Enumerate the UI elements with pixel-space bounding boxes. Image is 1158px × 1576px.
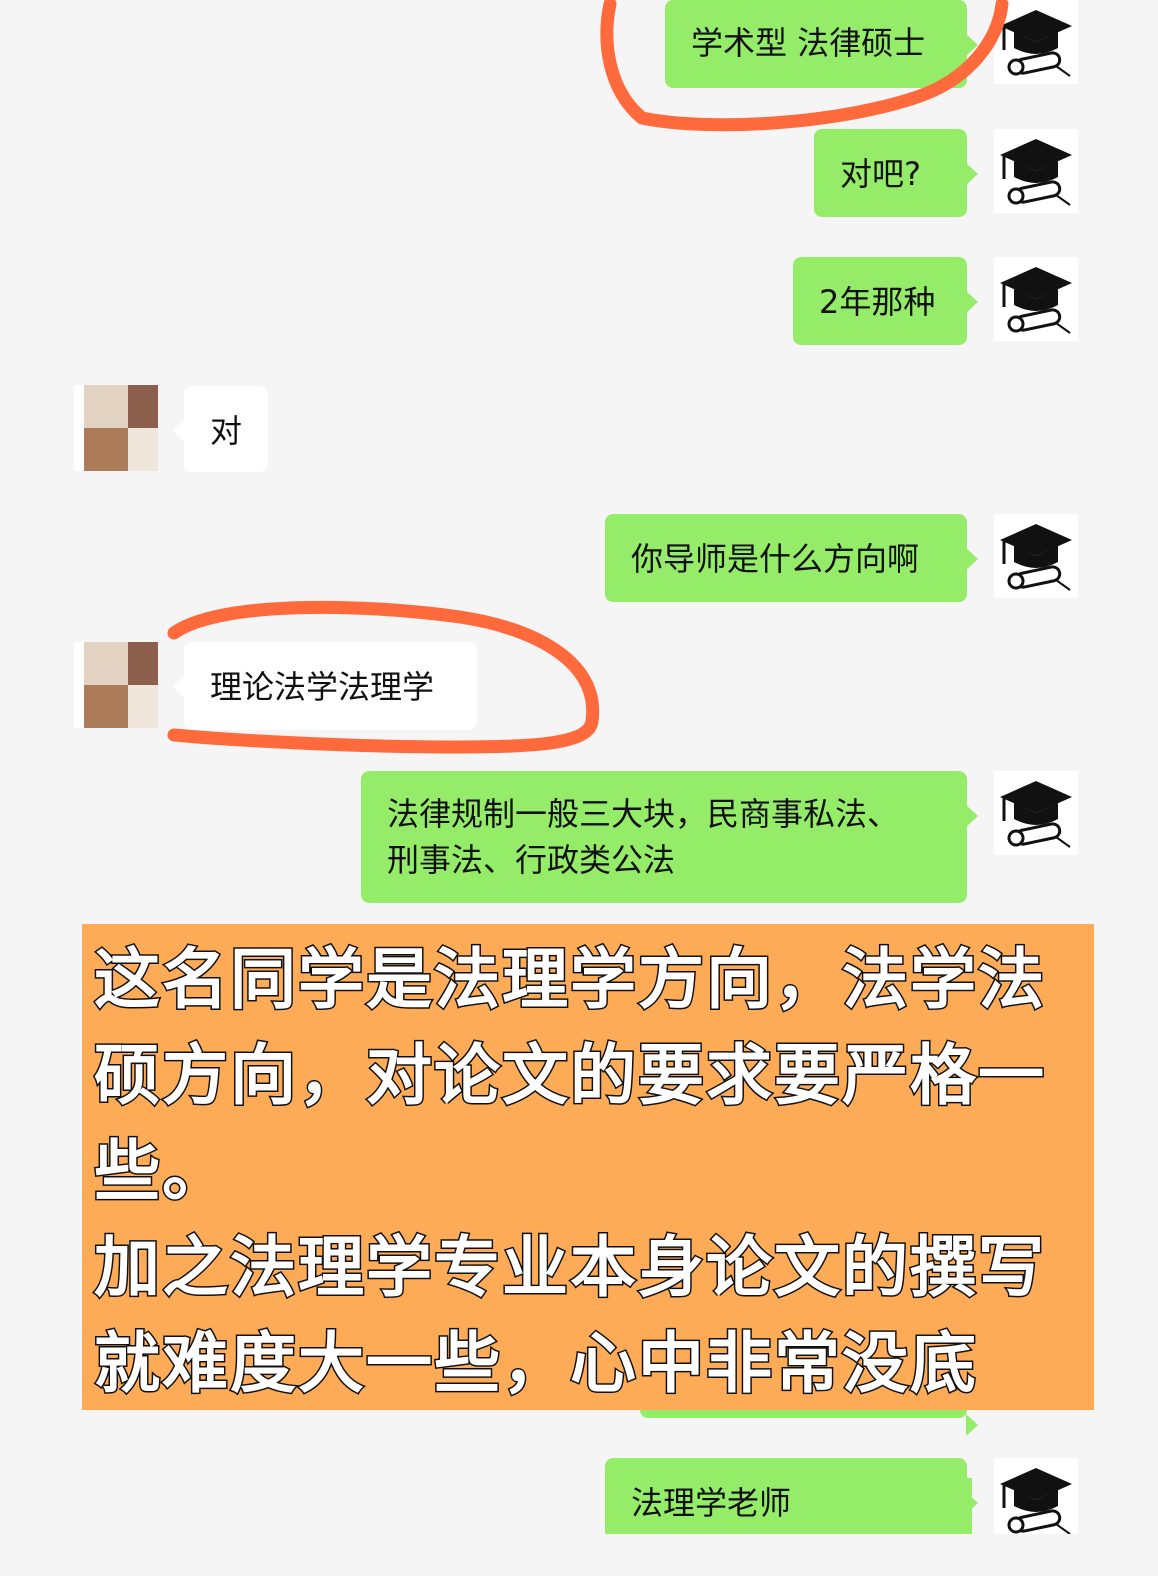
message-text: 2年那种 <box>819 283 936 321</box>
my-avatar[interactable] <box>994 514 1078 598</box>
message-text: 法律规制一般三大块，民商事私法、 <box>387 795 900 833</box>
message-text: 你导师是什么方向啊 <box>631 540 920 578</box>
avatar-pixel <box>128 642 158 685</box>
avatar-pixel <box>128 428 158 471</box>
my-avatar[interactable] <box>994 1458 1078 1542</box>
graduation-cap-icon <box>1000 1468 1072 1535</box>
message-bubble[interactable]: 法律规制一般三大块，民商事私法、 刑事法、行政类公法 <box>361 771 978 903</box>
message-bubble[interactable]: 你导师是什么方向啊 <box>605 514 978 602</box>
message-text: 对 <box>210 412 243 450</box>
message-bubble[interactable]: 对 <box>173 386 268 472</box>
avatar-pixel <box>84 685 128 728</box>
avatar-edge <box>74 642 84 728</box>
message-bubble[interactable]: 理论法学法理学 <box>173 642 477 730</box>
my-avatar[interactable] <box>994 257 1078 341</box>
message-text: 刑事法、行政类公法 <box>387 841 676 879</box>
message-text: 理论法学法理学 <box>210 668 435 706</box>
avatar-pixel <box>84 385 128 428</box>
avatar-pixel <box>84 642 128 685</box>
caption-line: 这名同学是法理学方向，法学法 <box>93 940 1046 1020</box>
caption-line: 些。 <box>93 1132 230 1212</box>
message-text: 法理学老师 <box>631 1484 792 1522</box>
message-bubble[interactable]: 2年那种 <box>793 257 978 345</box>
avatar-edge <box>74 385 84 471</box>
caption-line: 就难度大一些，心中非常没底 <box>93 1324 978 1404</box>
message-text: 学术型 法律硕士 <box>691 24 926 62</box>
avatar-pixel <box>128 685 158 728</box>
avatar-pixel <box>84 428 128 471</box>
graduation-cap-icon <box>1000 267 1072 334</box>
my-avatar[interactable] <box>994 771 1078 855</box>
contact-avatar[interactable] <box>74 385 158 471</box>
caption-line: 加之法理学专业本身论文的撰写 <box>93 1228 1046 1308</box>
my-avatar[interactable] <box>994 0 1078 84</box>
avatar-pixel <box>128 385 158 428</box>
graduation-cap-icon <box>1000 139 1072 206</box>
my-avatar[interactable] <box>994 129 1078 213</box>
blurred-text <box>812 1478 972 1534</box>
contact-avatar[interactable] <box>74 642 158 728</box>
graduation-cap-icon <box>1000 524 1072 591</box>
message-bubble[interactable]: 学术型 法律硕士 <box>665 0 978 88</box>
caption-line: 硕方向，对论文的要求要严格一 <box>93 1036 1046 1116</box>
graduation-cap-icon <box>1000 10 1072 77</box>
bottom-edge <box>0 1534 1158 1576</box>
graduation-cap-icon <box>1000 781 1072 848</box>
caption-overlay: 这名同学是法理学方向，法学法 硕方向，对论文的要求要严格一 些。 加之法理学专业… <box>82 924 1094 1410</box>
message-bubble[interactable]: 对吧? <box>814 129 978 217</box>
message-text: 对吧? <box>840 155 921 193</box>
